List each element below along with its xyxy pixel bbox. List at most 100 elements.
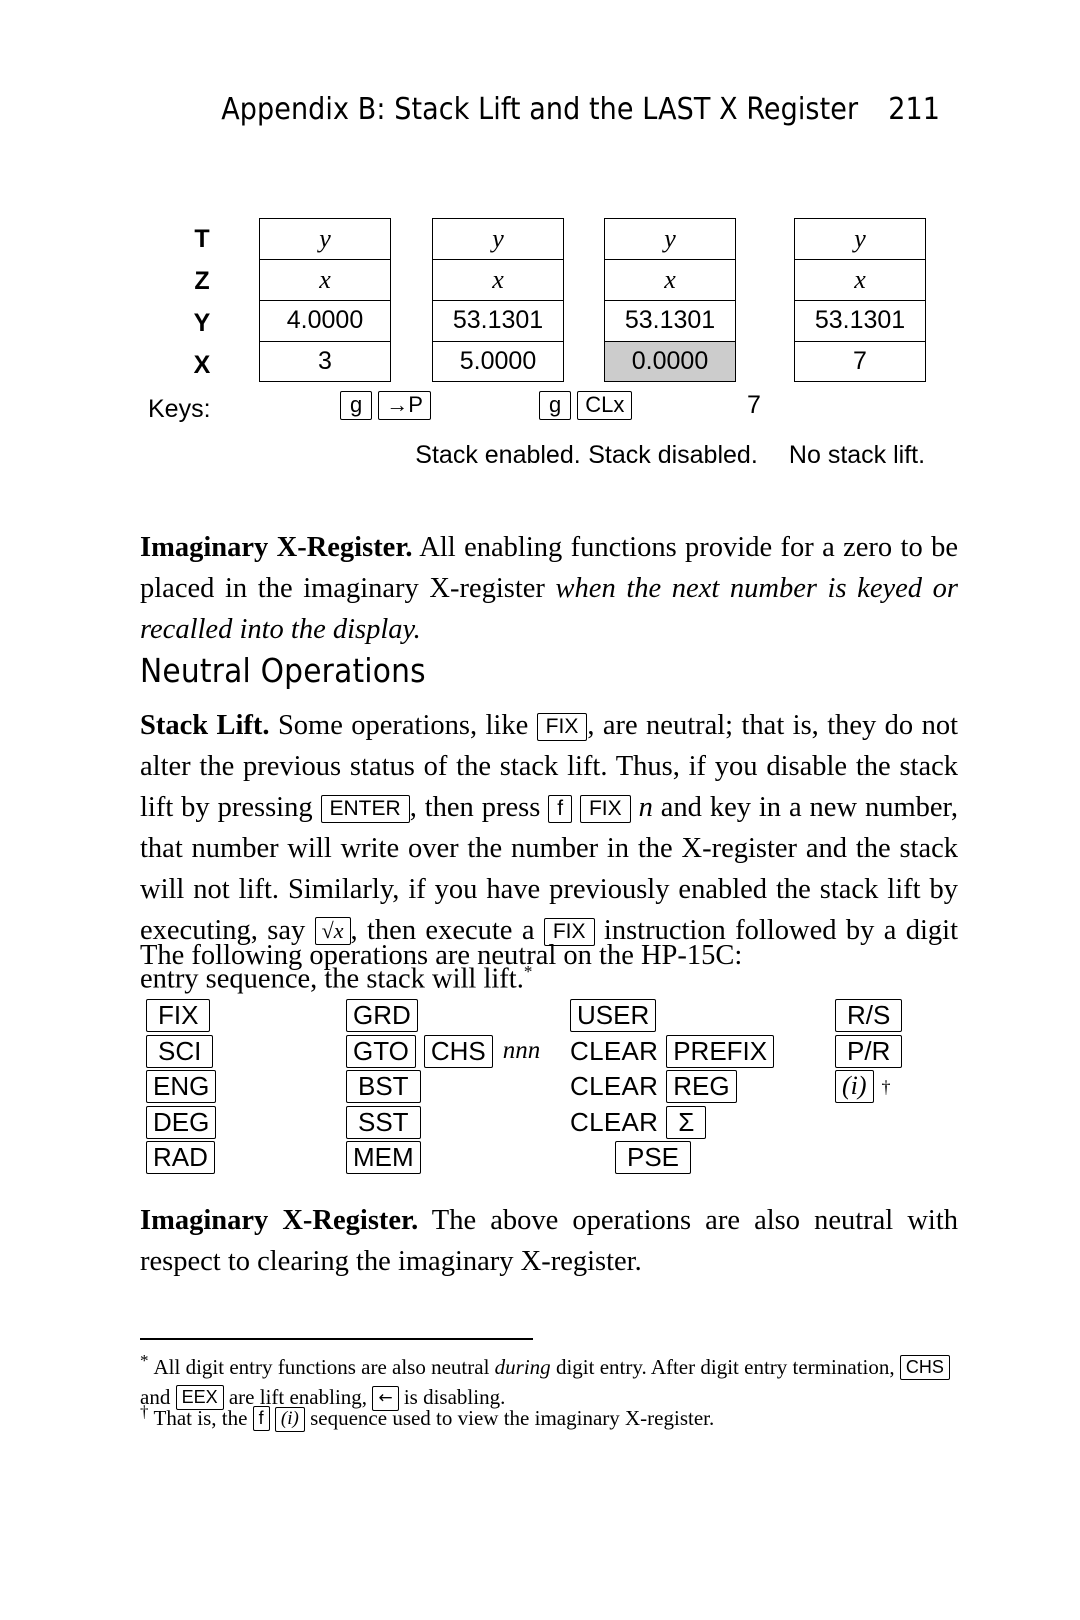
key-imaginary-i[interactable]: (i) xyxy=(835,1070,874,1104)
key-pse[interactable]: PSE xyxy=(615,1141,692,1175)
paragraph-lead: Imaginary X-Register. xyxy=(140,1205,419,1236)
stack-row-label-y: Y xyxy=(193,309,211,337)
key-f[interactable]: f xyxy=(252,1406,270,1431)
text-run: That is, the xyxy=(153,1406,253,1430)
footnote-separator-rule xyxy=(140,1338,533,1340)
stack-cell-z: x xyxy=(432,259,564,300)
stack-cell-y: 53.1301 xyxy=(604,300,736,341)
stack-column-1: y x 4.0000 3 xyxy=(259,218,391,382)
key-g[interactable]: g xyxy=(539,390,572,420)
key-rad[interactable]: RAD xyxy=(146,1141,215,1175)
caption-stack-enabled: Stack enabled. xyxy=(415,441,581,469)
stack-cell-z: x xyxy=(259,259,391,300)
neutral-operations-table: FIX SCI ENG DEG RAD GRD GTO CHS nnn BST SS… xyxy=(140,998,960,1178)
key-mem[interactable]: MEM xyxy=(346,1141,421,1175)
neutral-ops-row: SCI xyxy=(146,1034,216,1070)
stack-cell-y: 4.0000 xyxy=(259,300,391,341)
text-run-italic: n xyxy=(630,792,653,823)
stack-row-label-t: T xyxy=(194,225,210,253)
key-imaginary-i[interactable]: (i) xyxy=(274,1407,305,1432)
caption-stack-disabled: Stack disabled. xyxy=(588,441,758,469)
footnote-dagger: † That is, the f (i) sequence used to vie… xyxy=(140,1403,958,1433)
caption-no-stack-lift: No stack lift. xyxy=(788,441,926,469)
key-eng[interactable]: ENG xyxy=(146,1070,217,1104)
key-sst[interactable]: SST xyxy=(346,1105,421,1139)
neutral-ops-row: ENG xyxy=(146,1069,217,1105)
key-gto[interactable]: GTO xyxy=(346,1034,416,1068)
key-sci[interactable]: SCI xyxy=(146,1034,214,1068)
stack-cell-t: y xyxy=(604,218,736,259)
neutral-ops-row: PSE xyxy=(570,1140,774,1176)
stack-cell-t: y xyxy=(259,218,391,259)
neutral-ops-column-4: R/S P/R (i) † xyxy=(835,998,903,1105)
key-g[interactable]: g xyxy=(340,390,373,420)
stack-column-4: y x 53.1301 7 xyxy=(794,218,926,382)
footnote-marker: † xyxy=(140,1402,149,1421)
footnote-marker: * xyxy=(140,1351,149,1370)
paragraph-imaginary-x-register-2: Imaginary X-Register. The above operatio… xyxy=(140,1200,958,1282)
stack-cell-z: x xyxy=(794,259,926,300)
neutral-ops-row: BST xyxy=(346,1069,540,1105)
text-run: sequence used to view the imaginary X-re… xyxy=(304,1406,715,1430)
neutral-ops-row: FIX xyxy=(146,998,216,1034)
key-bst[interactable]: BST xyxy=(346,1070,421,1104)
key-f[interactable]: f xyxy=(548,795,573,823)
page-number: 211 xyxy=(888,92,940,127)
neutral-ops-row: (i) † xyxy=(835,1069,902,1105)
page-canvas: Appendix B: Stack Lift and the LAST X Re… xyxy=(0,0,1080,1620)
neutral-ops-row: RAD xyxy=(146,1140,216,1176)
label-nnn: nnn xyxy=(502,1037,541,1065)
neutral-ops-column-3: USER CLEAR PREFIX CLEAR REG CLEAR Σ PSE xyxy=(570,998,775,1176)
key-digit-7: 7 xyxy=(747,390,761,419)
key-prefix[interactable]: PREFIX xyxy=(666,1034,775,1068)
stack-row-label-z: Z xyxy=(194,267,210,295)
key-to-polar[interactable]: →P xyxy=(378,390,431,420)
stack-cell-x-highlighted: 0.0000 xyxy=(604,341,736,382)
neutral-ops-row: SST xyxy=(346,1105,540,1141)
key-sequence-column-3: g CLx xyxy=(539,390,633,420)
key-sequence-column-4: 7 xyxy=(747,390,761,420)
stack-row-label-x: X xyxy=(193,351,211,379)
text-run-italic: during xyxy=(494,1355,551,1379)
key-program-run[interactable]: P/R xyxy=(835,1034,903,1068)
key-sigma[interactable]: Σ xyxy=(666,1105,707,1139)
neutral-ops-row: CLEAR PREFIX xyxy=(570,1034,775,1070)
key-fix[interactable]: FIX xyxy=(579,795,631,823)
running-head: Appendix B: Stack Lift and the LAST X Re… xyxy=(140,92,940,127)
key-run-stop[interactable]: R/S xyxy=(835,999,903,1033)
neutral-ops-row: USER xyxy=(570,998,774,1034)
neutral-ops-row: P/R xyxy=(835,1034,903,1070)
neutral-ops-row: GTO CHS nnn xyxy=(346,1034,540,1070)
neutral-ops-row: R/S xyxy=(835,998,903,1034)
neutral-ops-row: CLEAR Σ xyxy=(570,1105,774,1141)
section-heading-neutral-operations: Neutral Operations xyxy=(140,651,426,690)
key-fix[interactable]: FIX xyxy=(536,713,588,741)
text-run: Some operations, like xyxy=(269,710,537,741)
neutral-ops-row: CLEAR REG xyxy=(570,1069,774,1105)
key-chs[interactable]: CHS xyxy=(423,1034,493,1068)
key-clx[interactable]: CLx xyxy=(577,390,633,420)
key-sequence-column-2: g →P xyxy=(340,390,431,420)
neutral-ops-column-2: GRD GTO CHS nnn BST SST MEM xyxy=(346,998,540,1176)
paragraph-following-operations: The following operations are neutral on … xyxy=(140,940,743,971)
key-chs[interactable]: CHS xyxy=(899,1355,950,1380)
label-clear: CLEAR xyxy=(570,1071,659,1102)
stack-cell-y: 53.1301 xyxy=(794,300,926,341)
stack-cell-t: y xyxy=(432,218,564,259)
key-user[interactable]: USER xyxy=(570,999,657,1033)
key-fix[interactable]: FIX xyxy=(146,999,211,1033)
key-grd[interactable]: GRD xyxy=(346,999,418,1033)
key-deg[interactable]: DEG xyxy=(146,1105,217,1139)
stack-cell-x: 3 xyxy=(259,341,391,382)
keys-label: Keys: xyxy=(148,395,211,423)
key-enter[interactable]: ENTER xyxy=(320,795,410,823)
stack-cell-x: 7 xyxy=(794,341,926,382)
running-head-title: Appendix B: Stack Lift and the LAST X Re… xyxy=(221,92,859,127)
stack-cell-z: x xyxy=(604,259,736,300)
stack-cell-x: 5.0000 xyxy=(432,341,564,382)
neutral-ops-row: DEG xyxy=(146,1105,217,1141)
paragraph-imaginary-x-register-1: Imaginary X-Register. All enabling funct… xyxy=(140,527,958,650)
stack-diagram: T Z Y X Keys: y x 4.0000 3 y x 53.1301 5… xyxy=(140,218,960,508)
key-reg[interactable]: REG xyxy=(666,1070,737,1104)
stack-row-labels: T Z Y X xyxy=(182,218,222,386)
